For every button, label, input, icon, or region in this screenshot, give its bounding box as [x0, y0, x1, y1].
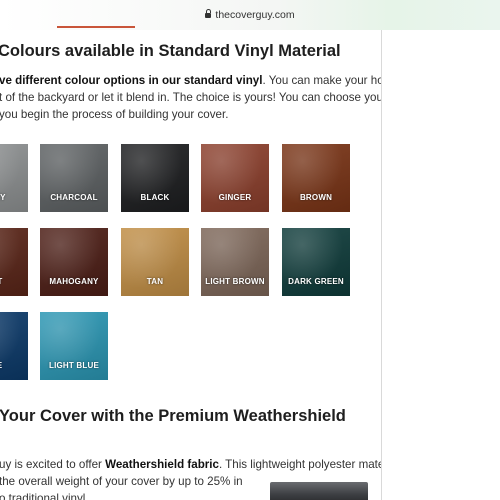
colours-intro-paragraph: ve different colour options in our stand… — [0, 72, 381, 123]
paragraph-line: uy is excited to offer Weathershield fab… — [0, 458, 381, 471]
paragraph-line: you begin the process of building your c… — [0, 108, 229, 121]
swatch-nut[interactable]: NUT — [0, 228, 28, 296]
swatch-ginger[interactable]: GINGER — [201, 144, 269, 212]
page-content: Colours available in Standard Vinyl Mate… — [0, 30, 381, 500]
paragraph-line: ve different colour options in our stand… — [0, 74, 381, 87]
lock-icon — [205, 9, 212, 18]
swatch-brown[interactable]: BROWN — [282, 144, 350, 212]
section-heading-colours: Colours available in Standard Vinyl Mate… — [0, 42, 341, 60]
swatch-label: TAN — [146, 277, 164, 286]
swatch-dark-green[interactable]: DARK GREEN — [282, 228, 350, 296]
swatch-label: LIGHT BLUE — [49, 361, 99, 370]
active-tab-indicator — [57, 26, 135, 28]
swatch-blue[interactable]: LUE — [0, 312, 28, 380]
hot-tub-cover-image — [270, 482, 368, 500]
swatch-black[interactable]: BLACK — [121, 144, 189, 212]
swatch-tan[interactable]: TAN — [121, 228, 189, 296]
swatch-charcoal[interactable]: CHARCOAL — [40, 144, 108, 212]
swatch-label: CHARCOAL — [50, 193, 98, 202]
swatch-label: NUT — [0, 277, 28, 286]
swatch-grey[interactable]: GREY — [0, 144, 28, 212]
swatch-label: BLACK — [140, 193, 170, 202]
swatch-light-blue[interactable]: LIGHT BLUE — [40, 312, 108, 380]
swatch-light-brown[interactable]: LIGHT BROWN — [201, 228, 269, 296]
swatch-label: BROWN — [299, 193, 333, 202]
swatch-label: LUE — [0, 361, 28, 370]
swatch-label: GREY — [0, 193, 6, 202]
address-bar[interactable]: thecoverguy.com — [0, 9, 500, 21]
swatch-label: MAHOGANY — [49, 277, 99, 286]
swatch-label: LIGHT BROWN — [205, 277, 265, 286]
swatch-mahogany[interactable]: MAHOGANY — [40, 228, 108, 296]
paragraph-line: t of the backyard or let it blend in. Th… — [0, 91, 381, 104]
swatch-label: GINGER — [218, 193, 252, 202]
right-sidebar — [382, 30, 500, 500]
swatch-label: DARK GREEN — [288, 277, 344, 286]
url-text: thecoverguy.com — [215, 9, 295, 21]
section-heading-weathershield: Your Cover with the Premium Weathershiel… — [0, 407, 346, 425]
